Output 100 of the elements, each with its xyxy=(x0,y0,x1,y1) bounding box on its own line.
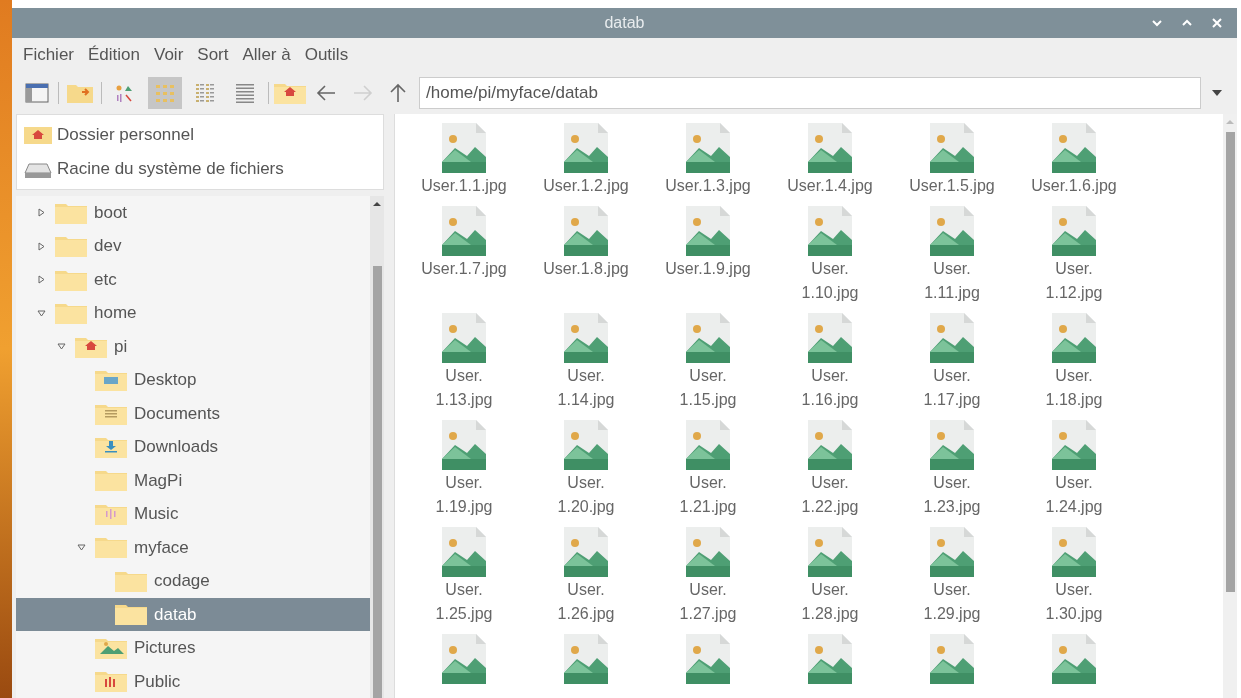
file-item[interactable]: User.1.3.jpg xyxy=(647,120,769,203)
file-item[interactable]: User. 1.30.jpg xyxy=(1013,524,1135,631)
tree-item[interactable]: pi xyxy=(16,329,370,364)
image-file-icon xyxy=(929,526,975,578)
tree-item[interactable]: Music xyxy=(16,497,370,531)
file-item[interactable]: User. 1.17.jpg xyxy=(891,310,1013,417)
image-file-icon xyxy=(1051,205,1097,257)
file-item[interactable]: User. 1.18.jpg xyxy=(1013,310,1135,417)
menu-item[interactable]: Sort xyxy=(197,42,229,68)
image-file-icon xyxy=(685,205,731,257)
file-item[interactable]: User. 1.23.jpg xyxy=(891,417,1013,524)
file-item[interactable]: User.1.6.jpg xyxy=(1013,120,1135,203)
file-item[interactable]: User. 1.10.jpg xyxy=(769,203,891,310)
collapse-arrow-icon[interactable] xyxy=(76,542,86,552)
file-item[interactable]: User. 1.25.jpg xyxy=(403,524,525,631)
menu-item[interactable]: Voir xyxy=(154,42,184,68)
image-file-icon xyxy=(685,526,731,578)
file-item[interactable]: User. 1.14.jpg xyxy=(525,310,647,417)
file-item[interactable]: User. 1.27.jpg xyxy=(647,524,769,631)
expand-arrow-icon[interactable] xyxy=(36,208,46,218)
collapse-arrow-icon[interactable] xyxy=(56,342,66,352)
menu-item[interactable]: Aller à xyxy=(242,42,291,68)
image-file-icon xyxy=(929,633,975,685)
places-item[interactable]: Dossier personnel xyxy=(23,120,377,150)
file-name: User. 1.20.jpg xyxy=(557,473,615,517)
tree-item[interactable]: home xyxy=(16,296,370,330)
image-file-icon xyxy=(441,633,487,685)
file-name: User. 1.21.jpg xyxy=(679,473,737,517)
image-file-icon xyxy=(807,526,853,578)
image-file-icon xyxy=(1051,526,1097,578)
file-name: User. 1.12.jpg xyxy=(1045,259,1103,303)
file-item[interactable]: User. 1.20.jpg xyxy=(525,417,647,524)
file-item[interactable]: User.1.5.jpg xyxy=(891,120,1013,203)
file-item[interactable]: User. 1.15.jpg xyxy=(647,310,769,417)
file-item[interactable]: User. 1.16.jpg xyxy=(769,310,891,417)
file-item[interactable]: User. 1.19.jpg xyxy=(403,417,525,524)
file-item[interactable]: User.1.4.jpg xyxy=(769,120,891,203)
image-file-icon xyxy=(563,419,609,471)
image-file-icon xyxy=(441,419,487,471)
image-file-icon xyxy=(563,205,609,257)
file-name: User. 1.25.jpg xyxy=(435,580,493,624)
file-item[interactable]: User. 1.12.jpg xyxy=(1013,203,1135,310)
tree-item[interactable]: datab xyxy=(16,597,370,632)
file-item[interactable]: User. 1.11.jpg xyxy=(891,203,1013,310)
image-file-icon xyxy=(807,122,853,174)
image-file-icon xyxy=(563,122,609,174)
collapse-arrow-icon[interactable] xyxy=(36,308,46,318)
file-item[interactable]: User. 1.13.jpg xyxy=(403,310,525,417)
places-item[interactable]: Racine du système de fichiers xyxy=(23,154,377,184)
file-name: User.1.6.jpg xyxy=(1031,176,1117,196)
file-item[interactable]: User. 1.29.jpg xyxy=(891,524,1013,631)
file-item[interactable]: User.1.8.jpg xyxy=(525,203,647,310)
file-name: User. 1.16.jpg xyxy=(801,366,859,410)
image-file-icon xyxy=(441,205,487,257)
window-icon xyxy=(25,82,49,104)
file-item[interactable]: User. 1.24.jpg xyxy=(1013,417,1135,524)
tree-item[interactable]: Pictures xyxy=(16,631,370,665)
tree-item[interactable]: dev xyxy=(16,229,370,263)
file-item[interactable]: User.1.2.jpg xyxy=(525,120,647,203)
tree-item[interactable]: Desktop xyxy=(16,363,370,397)
file-name: User. 1.26.jpg xyxy=(557,580,615,624)
file-item[interactable]: User.1.7.jpg xyxy=(403,203,525,310)
menu-item[interactable]: Édition xyxy=(88,42,140,68)
tree-item[interactable]: Public xyxy=(16,664,370,698)
folder-icon xyxy=(54,234,88,259)
file-name: User.1.5.jpg xyxy=(909,176,995,196)
file-item[interactable]: User. 1.21.jpg xyxy=(647,417,769,524)
scrollbar[interactable] xyxy=(1223,114,1237,698)
tree-item[interactable]: myface xyxy=(16,530,370,565)
folder-icon xyxy=(114,602,148,627)
image-file-icon xyxy=(807,633,853,685)
file-item[interactable]: User. 1.22.jpg xyxy=(769,417,891,524)
path-field[interactable]: /home/pi/myface/datab xyxy=(419,77,1201,109)
expand-arrow-icon[interactable] xyxy=(36,275,46,285)
menu-item[interactable]: Outils xyxy=(304,42,349,68)
file-name: User. 1.19.jpg xyxy=(435,473,493,517)
image-file-icon xyxy=(1051,633,1097,685)
folder-icon xyxy=(94,468,128,493)
tree-item[interactable]: etc xyxy=(16,262,370,297)
compact-view-icon xyxy=(193,82,217,104)
scrollbar[interactable] xyxy=(370,196,384,698)
home-folder-icon xyxy=(273,81,307,105)
tree-item[interactable]: codage xyxy=(16,564,370,598)
desktop-folder-icon xyxy=(94,368,128,393)
scroll-up-icon[interactable] xyxy=(372,200,382,208)
file-item[interactable]: User.1.1.jpg xyxy=(403,120,525,203)
tree-item[interactable]: Documents xyxy=(16,396,370,431)
tree-item[interactable]: Downloads xyxy=(16,430,370,464)
expand-arrow-icon[interactable] xyxy=(36,241,46,251)
file-item[interactable]: User. 1.28.jpg xyxy=(769,524,891,631)
folder-icon xyxy=(54,301,88,326)
menu-item[interactable]: Fichier xyxy=(23,42,74,68)
tree-item[interactable]: MagPi xyxy=(16,463,370,498)
list-view-icon xyxy=(233,82,257,104)
file-item[interactable]: User.1.9.jpg xyxy=(647,203,769,310)
file-item[interactable]: User. 1.26.jpg xyxy=(525,524,647,631)
home-folder-icon xyxy=(23,124,53,146)
file-name: User. 1.30.jpg xyxy=(1045,580,1103,624)
close-icon xyxy=(1211,17,1223,29)
tree-item[interactable]: boot xyxy=(16,196,370,230)
